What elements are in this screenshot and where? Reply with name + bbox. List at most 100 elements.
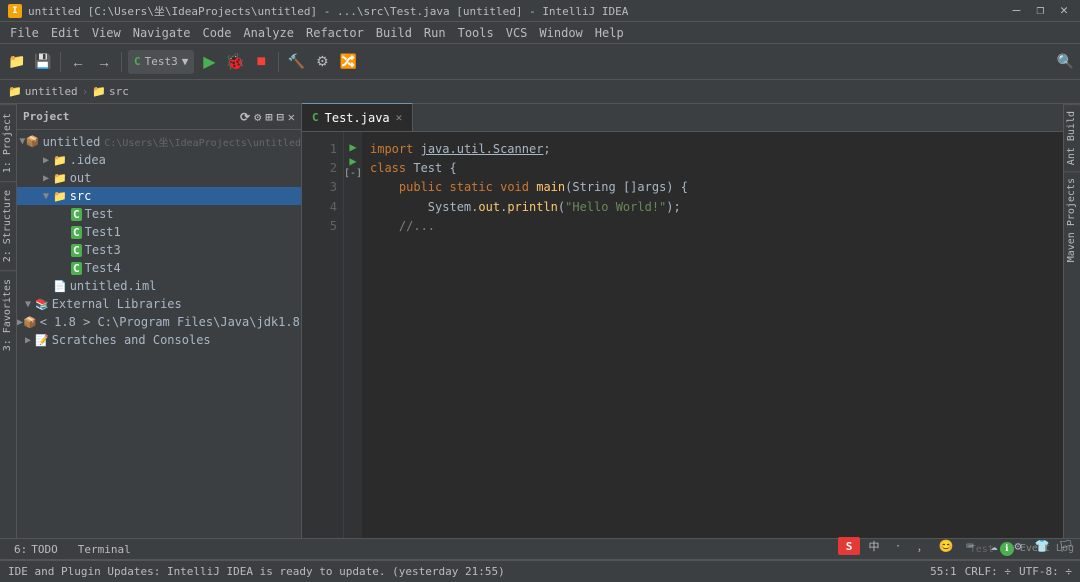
minimize-button[interactable]: — <box>1009 3 1025 18</box>
tree-scratches[interactable]: ▶ 📝 Scratches and Consoles <box>17 331 301 349</box>
gutter-line2[interactable]: ▶ <box>344 140 362 154</box>
collapse-icon[interactable]: ⊟ <box>277 110 284 124</box>
debug-button[interactable]: 🐞 <box>224 51 246 73</box>
menu-item-edit[interactable]: Edit <box>45 24 86 42</box>
editor-tab-name: Test.java <box>325 111 390 125</box>
breadcrumb-src[interactable]: 📁 src <box>92 85 129 98</box>
forward-button[interactable]: → <box>93 51 115 73</box>
run-config-selector[interactable]: C Test3 ▼ <box>128 50 194 74</box>
tree-test-file[interactable]: C Test <box>17 205 301 223</box>
left-vertical-tabs: 1: Project 2: Structure 3: Favorites <box>0 104 17 538</box>
fold-button-5[interactable]: [-] <box>344 168 362 179</box>
menu-item-tools[interactable]: Tools <box>452 24 500 42</box>
system-tray: S 中 · ， 😊 ⌨ ☁ ⚙ 👕 🏳 <box>834 532 1080 560</box>
comma-tray[interactable]: ， <box>912 536 932 556</box>
run-marker-3[interactable]: ▶ <box>349 154 356 168</box>
run-config-name: Test3 <box>145 55 178 68</box>
tree-idea-folder[interactable]: ▶ 📁 .idea <box>17 151 301 169</box>
tree-jdk[interactable]: ▶ 📦 < 1.8 > C:\Program Files\Java\jdk1.8… <box>17 313 301 331</box>
run-button[interactable]: ▶ <box>198 51 220 73</box>
menu-item-build[interactable]: Build <box>370 24 418 42</box>
search-button[interactable]: 🔍 <box>1057 54 1074 70</box>
kb-tray[interactable]: ⌨ <box>960 536 980 556</box>
back-button[interactable]: ← <box>67 51 89 73</box>
close-button[interactable]: ✕ <box>1056 3 1072 18</box>
menu-item-refactor[interactable]: Refactor <box>300 24 370 42</box>
ant-build-vtab[interactable]: Ant Build <box>1064 104 1080 171</box>
structure-vtab[interactable]: 2: Structure <box>0 181 16 270</box>
expand-arrow: ▶ <box>21 335 35 346</box>
expand-arrow: ▼ <box>39 191 53 202</box>
tree-ext-libs[interactable]: ▼ 📚 External Libraries <box>17 295 301 313</box>
tree-test1-file[interactable]: C Test1 <box>17 223 301 241</box>
cursor-position[interactable]: 55:1 <box>930 565 957 578</box>
tree-test3-file[interactable]: C Test3 <box>17 241 301 259</box>
dot-tray[interactable]: · <box>888 536 908 556</box>
project-vtab[interactable]: 1: Project <box>0 104 16 181</box>
menu-item-navigate[interactable]: Navigate <box>127 24 197 42</box>
tab-close-button[interactable]: ✕ <box>396 111 403 124</box>
tree-src-folder[interactable]: ▼ 📁 src <box>17 187 301 205</box>
cloud-tray[interactable]: ☁ <box>984 536 1004 556</box>
scratches-icon: 📝 <box>35 334 49 347</box>
code-editor: 1 2 3 4 5 54 55 56 ▶ ▶ [-] [-] <box>302 132 1063 538</box>
maven-vtab[interactable]: Maven Projects <box>1064 171 1080 268</box>
tree-scratches-name: Scratches and Consoles <box>52 333 211 347</box>
menu-item-help[interactable]: Help <box>589 24 630 42</box>
tree-ext-libs-name: External Libraries <box>52 297 182 311</box>
terminal-tab[interactable]: Terminal <box>70 541 139 558</box>
maximize-button[interactable]: ❐ <box>1032 3 1048 18</box>
tree-test4-file[interactable]: C Test4 <box>17 259 301 277</box>
title-bar-left: I untitled [C:\Users\坐\IdeaProjects\unti… <box>8 3 628 19</box>
line-ending[interactable]: CRLF: ÷ <box>965 565 1011 578</box>
shirt-tray[interactable]: 👕 <box>1032 536 1052 556</box>
menu-item-analyze[interactable]: Analyze <box>237 24 300 42</box>
code-content[interactable]: import java.util.Scanner; class Test { p… <box>362 132 1063 538</box>
favorites-vtab[interactable]: 3: Favorites <box>0 270 16 359</box>
tree-out-folder[interactable]: ▶ 📁 out <box>17 169 301 187</box>
stop-button[interactable]: ■ <box>250 51 272 73</box>
menu-item-code[interactable]: Code <box>197 24 238 42</box>
menu-item-view[interactable]: View <box>86 24 127 42</box>
folder-icon: 📁 <box>53 190 67 203</box>
menu-item-run[interactable]: Run <box>418 24 452 42</box>
build-button[interactable]: 🔨 <box>285 51 307 73</box>
menu-item-window[interactable]: Window <box>533 24 588 42</box>
sync-icon[interactable]: ⟳ <box>240 110 250 124</box>
gutter-line3[interactable]: ▶ <box>344 154 362 168</box>
java-icon: C <box>71 226 82 239</box>
expand-arrow: ▶ <box>39 155 53 166</box>
iml-icon: 📄 <box>53 280 67 293</box>
tree-iml-file[interactable]: 📄 untitled.iml <box>17 277 301 295</box>
title-bar-controls: — ❐ ✕ <box>1009 3 1072 18</box>
menu-item-file[interactable]: File <box>4 24 45 42</box>
src-folder-icon: 📁 <box>92 85 106 98</box>
breadcrumb-project[interactable]: 📁 untitled <box>8 85 78 98</box>
code-line-1: import java.util.Scanner; <box>370 140 1055 159</box>
vcs-button[interactable]: 🔀 <box>337 51 359 73</box>
expand-arrow: ▼ <box>21 299 35 310</box>
project-folder-icon: 📁 <box>8 85 22 98</box>
tree-root-path: C:\Users\坐\IdeaProjects\untitled <box>104 134 301 149</box>
run-marker-2[interactable]: ▶ <box>349 140 356 154</box>
settings-tray[interactable]: ⚙ <box>1008 536 1028 556</box>
save-button[interactable]: 💾 <box>32 51 54 73</box>
menu-item-vcs[interactable]: VCS <box>500 24 534 42</box>
hide-icon[interactable]: ✕ <box>288 110 295 124</box>
settings-button[interactable]: ⚙ <box>311 51 333 73</box>
toolbar-sep3 <box>278 52 279 72</box>
charset[interactable]: UTF-8: ÷ <box>1019 565 1072 578</box>
project-icon: 📦 <box>26 135 40 148</box>
title-text: untitled [C:\Users\坐\IdeaProjects\untitl… <box>28 3 628 19</box>
flag-tray[interactable]: 🏳 <box>1056 536 1076 556</box>
open-button[interactable]: 📁 <box>6 51 28 73</box>
sougou-tray-icon[interactable]: S <box>838 537 860 555</box>
ime-tray-icon[interactable]: 中 <box>864 536 884 556</box>
tree-root-untitled[interactable]: ▼ 📦 untitled C:\Users\坐\IdeaProjects\unt… <box>17 132 301 151</box>
emoji-tray[interactable]: 😊 <box>936 536 956 556</box>
expand-icon[interactable]: ⊞ <box>265 110 272 124</box>
tree-test3-name: Test3 <box>85 243 121 257</box>
gear-icon[interactable]: ⚙ <box>254 110 261 124</box>
todo-tab[interactable]: 6: TODO <box>6 541 66 558</box>
editor-tab-testjava[interactable]: C Test.java ✕ <box>302 103 413 131</box>
